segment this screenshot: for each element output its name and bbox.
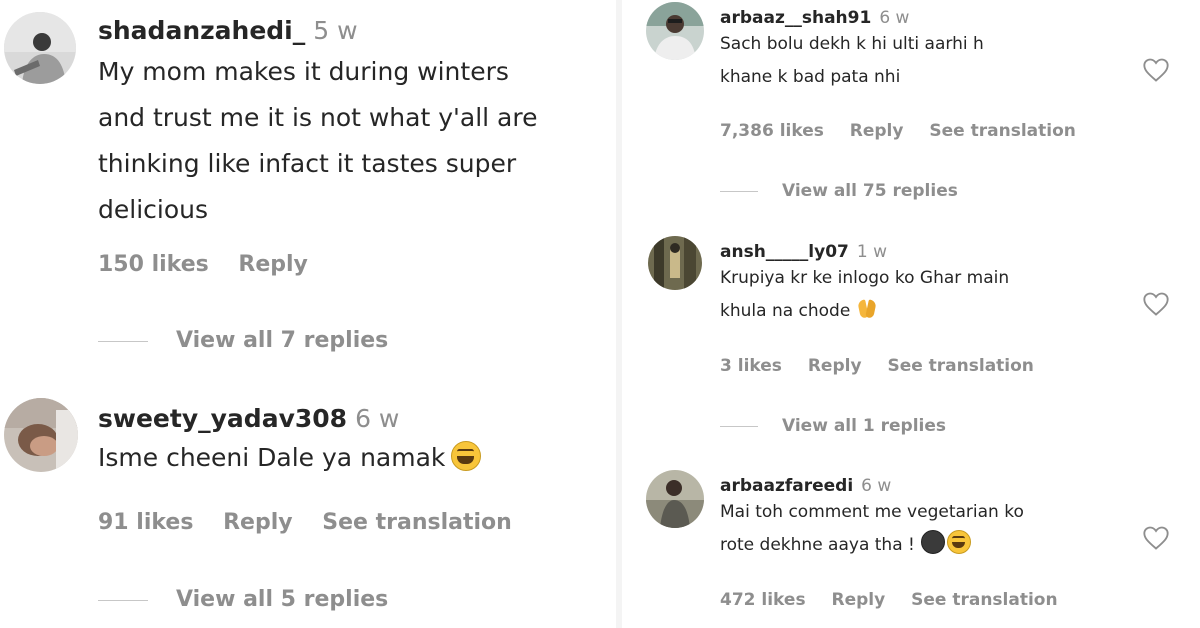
reply-button[interactable]: Reply bbox=[850, 121, 904, 141]
comment-text-line: Sach bolu dekh k hi ulti aarhi h bbox=[720, 34, 984, 54]
left-comments-panel: shadanzahedi_ 5 w My mom makes it during … bbox=[0, 0, 610, 628]
avatar[interactable] bbox=[646, 2, 704, 60]
reply-button[interactable]: Reply bbox=[831, 590, 885, 610]
folded-hands-emoji bbox=[856, 298, 880, 320]
avatar[interactable] bbox=[648, 236, 702, 290]
likes-count[interactable]: 472 likes bbox=[720, 590, 806, 610]
view-replies-button[interactable]: View all 5 replies bbox=[98, 587, 388, 612]
view-replies-label: View all 1 replies bbox=[782, 416, 947, 436]
panel-divider bbox=[616, 0, 622, 628]
comment-text-line: rote dekhne aaya tha ! bbox=[720, 535, 915, 555]
comment-text-line: Krupiya kr ke inlogo ko Ghar main bbox=[720, 268, 1010, 288]
see-translation-button[interactable]: See translation bbox=[929, 121, 1075, 141]
avatar[interactable] bbox=[4, 12, 76, 84]
likes-count[interactable]: 3 likes bbox=[720, 356, 782, 376]
likes-count[interactable]: 7,386 likes bbox=[720, 121, 824, 141]
reply-button[interactable]: Reply bbox=[238, 252, 308, 277]
view-replies-label: View all 5 replies bbox=[176, 587, 389, 612]
comment-actions: 7,386 likes Reply See translation bbox=[720, 121, 1096, 141]
comment-text-line: My mom makes it during winters bbox=[98, 57, 509, 86]
view-replies-button[interactable]: View all 7 replies bbox=[98, 328, 388, 353]
heart-icon[interactable] bbox=[1142, 525, 1170, 551]
comment-time[interactable]: 6 w bbox=[861, 476, 891, 496]
new-moon-face-emoji bbox=[920, 530, 945, 554]
view-replies-button[interactable]: View all 75 replies bbox=[720, 181, 958, 201]
comment-text-line: khula na chode bbox=[720, 301, 851, 321]
comment-text-line: delicious bbox=[98, 195, 208, 224]
likes-count[interactable]: 91 likes bbox=[98, 510, 193, 535]
comment-username[interactable]: arbaazfareedi bbox=[720, 476, 853, 496]
comment-text-line: Mai toh comment me vegetarian ko bbox=[720, 502, 1024, 522]
heart-icon[interactable] bbox=[1142, 57, 1170, 83]
reply-button[interactable]: Reply bbox=[223, 510, 293, 535]
replies-line bbox=[720, 425, 758, 427]
comment-username[interactable]: arbaaz__shah91 bbox=[720, 8, 871, 28]
see-translation-button[interactable]: See translation bbox=[322, 510, 512, 535]
comment-text-line: thinking like infact it tastes super bbox=[98, 149, 517, 178]
comment-actions: 472 likes Reply See translation bbox=[720, 590, 1078, 610]
heart-icon[interactable] bbox=[1142, 291, 1170, 317]
avatar[interactable] bbox=[646, 470, 704, 528]
replies-line bbox=[98, 340, 148, 342]
tears-of-joy-emoji bbox=[946, 530, 971, 554]
avatar[interactable] bbox=[4, 398, 78, 472]
replies-line bbox=[98, 599, 148, 601]
comment-actions: 150 likes Reply bbox=[98, 252, 330, 277]
comment-username[interactable]: shadanzahedi_ bbox=[98, 16, 305, 45]
likes-count[interactable]: 150 likes bbox=[98, 252, 209, 277]
comment-text-line: and trust me it is not what y'all are bbox=[98, 103, 538, 132]
comment-text-line: Isme cheeni Dale ya namak bbox=[98, 443, 446, 472]
comment-time[interactable]: 5 w bbox=[313, 16, 357, 45]
view-replies-label: View all 7 replies bbox=[176, 328, 389, 353]
see-translation-button[interactable]: See translation bbox=[887, 356, 1033, 376]
comment-time[interactable]: 1 w bbox=[857, 242, 887, 262]
see-translation-button[interactable]: See translation bbox=[911, 590, 1057, 610]
comment-time[interactable]: 6 w bbox=[355, 404, 399, 433]
view-replies-button[interactable]: View all 1 replies bbox=[720, 416, 946, 436]
comment-actions: 91 likes Reply See translation bbox=[98, 510, 534, 535]
comment-username[interactable]: sweety_yadav308 bbox=[98, 404, 347, 433]
comment-actions: 3 likes Reply See translation bbox=[720, 356, 1054, 376]
replies-line bbox=[720, 190, 758, 192]
tears-of-joy-emoji bbox=[451, 441, 482, 471]
right-comments-panel: arbaaz__shah91 6 w Sach bolu dekh k hi ul… bbox=[628, 0, 1200, 628]
reply-button[interactable]: Reply bbox=[808, 356, 862, 376]
comment-text-line: khane k bad pata nhi bbox=[720, 67, 901, 87]
comment-username[interactable]: ansh_____ly07 bbox=[720, 242, 849, 262]
view-replies-label: View all 75 replies bbox=[782, 181, 958, 201]
comment-time[interactable]: 6 w bbox=[879, 8, 909, 28]
